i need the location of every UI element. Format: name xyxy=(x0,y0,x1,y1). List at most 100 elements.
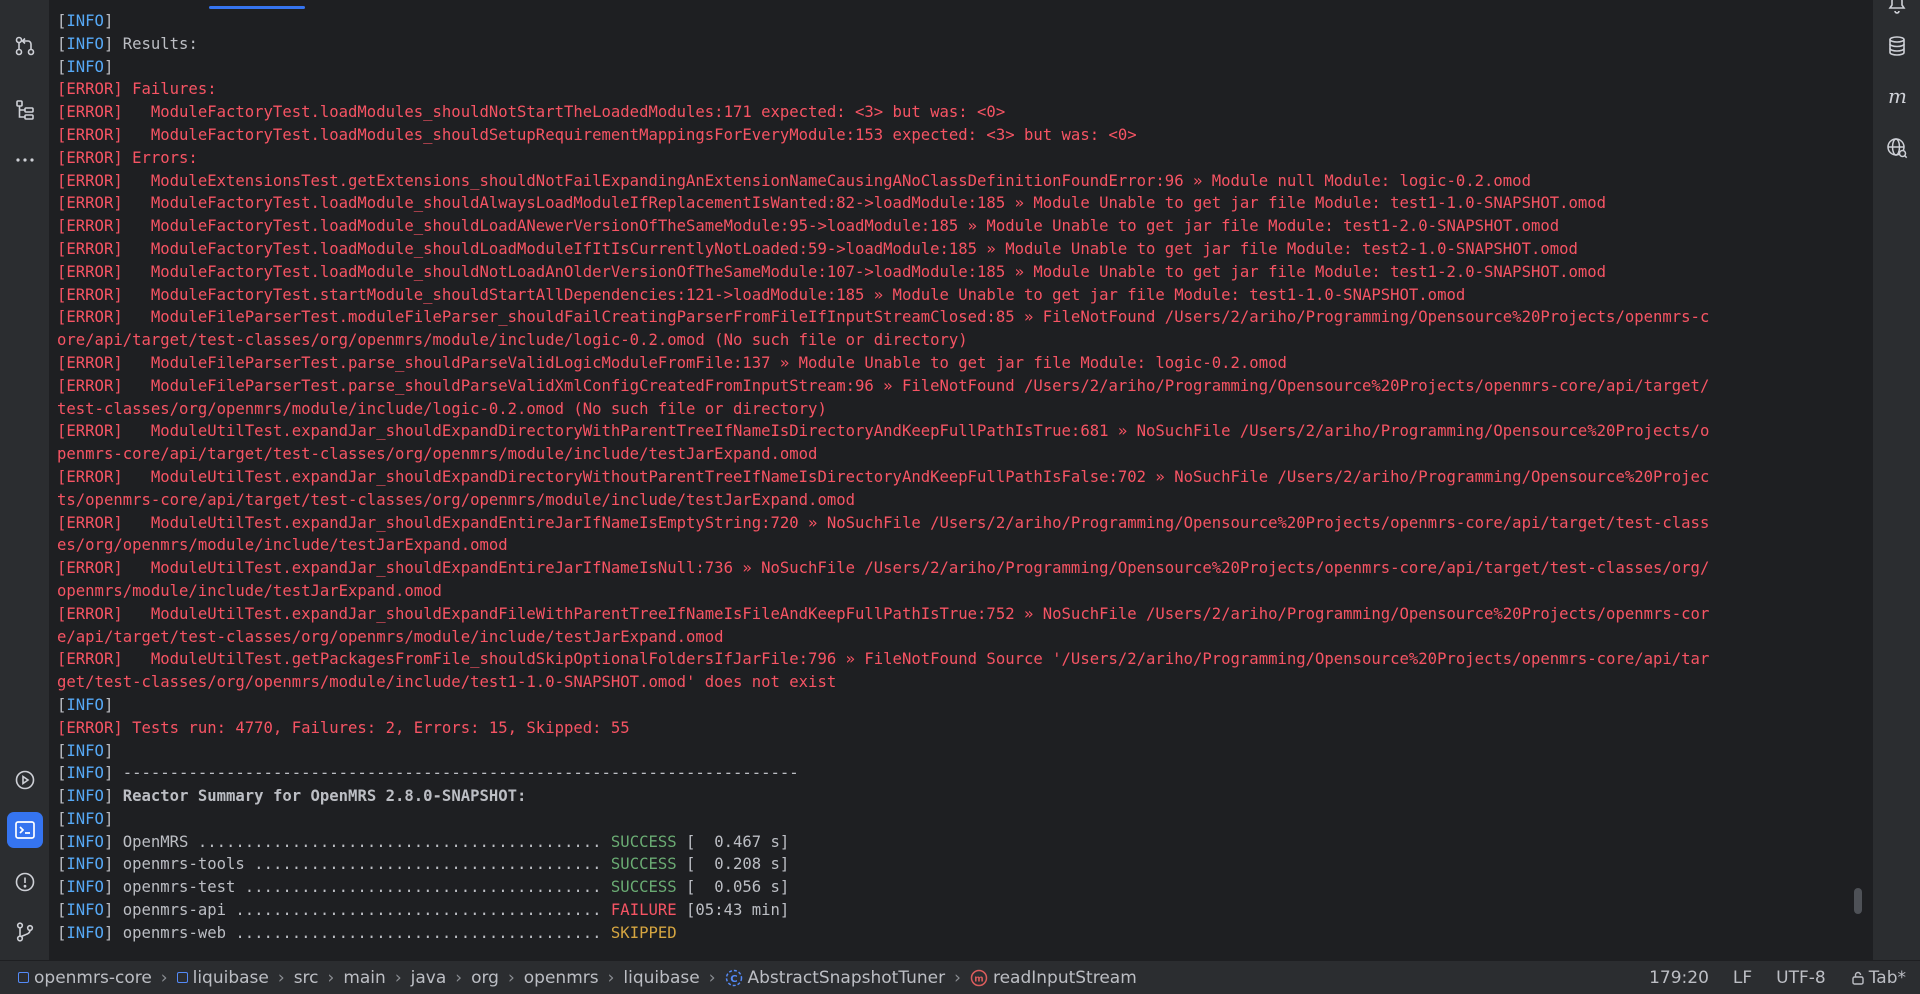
console-text: [ xyxy=(57,764,67,783)
line-separator[interactable]: LF xyxy=(1733,968,1752,988)
console-output: [INFO] [INFO] Results: [INFO] [ERROR] Failu… xyxy=(57,10,1850,945)
indent-lock-icon xyxy=(1852,971,1864,985)
console-text: SUCCESS xyxy=(610,855,677,874)
console-line: [INFO] openmrs-test ....................… xyxy=(57,876,1850,899)
console-text: [ERROR] Tests run: 4770, Failures: 2, Er… xyxy=(57,718,630,737)
console-line: [INFO] openmrs-tools ...................… xyxy=(57,853,1850,876)
console-text: ] xyxy=(103,741,114,760)
console-text: [ERROR] Failures: xyxy=(57,80,217,99)
git-commit-button[interactable] xyxy=(7,28,43,64)
console-line: [INFO] xyxy=(57,740,1850,763)
console-text: INFO xyxy=(66,787,104,806)
git-branch-button[interactable] xyxy=(7,914,43,950)
console-text: [ xyxy=(57,741,67,760)
console-line: [ERROR] ModuleFileParserTest.moduleFileP… xyxy=(57,306,1850,329)
caret-position[interactable]: 179:20 xyxy=(1649,968,1709,988)
problems-icon xyxy=(15,872,35,892)
console-scrollbar[interactable] xyxy=(1854,888,1862,914)
console-line: [INFO] ---------------------------------… xyxy=(57,762,1850,785)
notifications-button[interactable] xyxy=(1879,0,1915,22)
terminal-icon xyxy=(15,821,35,839)
console-text: ] openmrs-tools ........................… xyxy=(103,855,611,874)
console-text: INFO xyxy=(66,764,104,783)
breadcrumb-class[interactable]: C AbstractSnapshotTuner xyxy=(725,968,945,988)
console-text: ] xyxy=(103,12,114,30)
console-text: INFO xyxy=(66,57,104,76)
breadcrumb-package[interactable]: liquibase xyxy=(623,968,699,988)
console-line: test-classes/org/openmrs/module/include/… xyxy=(57,398,1850,421)
console-line: e/api/target/test-classes/org/openmrs/mo… xyxy=(57,626,1850,649)
structure-button[interactable] xyxy=(7,92,43,128)
console-text: [ERROR] ModuleFactoryTest.loadModules_sh… xyxy=(57,103,1006,122)
console-line: [ERROR] ModuleFactoryTest.loadModule_sho… xyxy=(57,215,1850,238)
console-text: [ERROR] ModuleFactoryTest.loadModule_sho… xyxy=(57,262,1607,281)
console-text: ] --------------------------------------… xyxy=(103,764,799,783)
breadcrumb-method[interactable]: m readInputStream xyxy=(970,968,1137,988)
console-text: ts/openmrs-core/api/target/test-classes/… xyxy=(57,490,855,509)
console-line: [INFO] openmrs-web .....................… xyxy=(57,922,1850,945)
console-line: ts/openmrs-core/api/target/test-classes/… xyxy=(57,489,1850,512)
terminal-button[interactable] xyxy=(7,812,43,848)
console-text: [ 0.467 s] xyxy=(676,832,790,851)
console-text: [ERROR] ModuleUtilTest.expandJar_shouldE… xyxy=(57,467,1710,486)
console-line: [ERROR] ModuleFileParserTest.parse_shoul… xyxy=(57,375,1850,398)
console-text: SKIPPED xyxy=(610,923,677,942)
console-text: ] xyxy=(103,787,123,806)
console-line: [INFO] Reactor Summary for OpenMRS 2.8.0… xyxy=(57,785,1850,808)
console-line: [ERROR] Failures: xyxy=(57,78,1850,101)
console-line: [ERROR] ModuleFactoryTest.loadModule_sho… xyxy=(57,192,1850,215)
breadcrumb-module[interactable]: openmrs-core xyxy=(18,968,152,988)
console-line: [INFO] OpenMRS .........................… xyxy=(57,831,1850,854)
breadcrumb-package[interactable]: openmrs xyxy=(524,968,599,988)
console-text: FAILURE xyxy=(610,901,677,920)
console-text: [ xyxy=(57,57,67,76)
breadcrumb-separator: › xyxy=(507,967,515,988)
console-line: [ERROR] ModuleExtensionsTest.getExtensio… xyxy=(57,170,1850,193)
console-line: [ERROR] ModuleFactoryTest.loadModules_sh… xyxy=(57,101,1850,124)
notifications-icon xyxy=(1888,0,1906,14)
breadcrumb-separator: › xyxy=(455,967,463,988)
console-line: [INFO] openmrs-api .....................… xyxy=(57,899,1850,922)
console-line: [ERROR] Errors: xyxy=(57,147,1850,170)
breadcrumb-separator: › xyxy=(607,967,615,988)
method-icon: m xyxy=(970,969,988,986)
breadcrumb-submodule[interactable]: liquibase xyxy=(176,968,269,988)
console-text: [ xyxy=(57,923,67,942)
console-text: [ xyxy=(57,12,67,30)
console-text: [05:43 min] xyxy=(676,901,790,920)
console-text: ] openmrs-test .........................… xyxy=(103,878,611,897)
more-tools-button[interactable] xyxy=(7,142,43,178)
breadcrumb-separator: › xyxy=(954,967,961,988)
console-line: [ERROR] ModuleFactoryTest.loadModule_sho… xyxy=(57,238,1850,261)
console-text: ] xyxy=(103,695,114,714)
ide-window: [INFO] [INFO] Results: [INFO] [ERROR] Failu… xyxy=(0,0,1920,994)
console-text: [ xyxy=(57,832,67,851)
run-console[interactable]: [INFO] [INFO] Results: [INFO] [ERROR] Failu… xyxy=(51,0,1870,960)
console-text: Reactor Summary for OpenMRS 2.8.0-SNAPSH… xyxy=(122,787,527,806)
problems-button[interactable] xyxy=(7,864,43,900)
active-tab-indicator xyxy=(209,6,305,9)
console-text: [ERROR] ModuleFactoryTest.loadModules_sh… xyxy=(57,125,1137,144)
indent-setting[interactable]: Tab* xyxy=(1850,968,1906,988)
console-line: [ERROR] ModuleUtilTest.expandJar_shouldE… xyxy=(57,512,1850,535)
console-line: ore/api/target/test-classes/org/openmrs/… xyxy=(57,329,1850,352)
console-text: [ERROR] ModuleExtensionsTest.getExtensio… xyxy=(57,171,1531,190)
structure-icon xyxy=(16,100,34,120)
database-button[interactable] xyxy=(1879,28,1915,64)
maven-icon: m xyxy=(1888,84,1907,108)
services-button[interactable] xyxy=(7,762,43,798)
breadcrumb-folder[interactable]: src xyxy=(294,968,319,988)
console-text: [ERROR] ModuleUtilTest.getPackagesFromFi… xyxy=(57,650,1710,669)
breadcrumb-folder[interactable]: main xyxy=(343,968,385,988)
console-text: get/test-classes/org/openmrs/module/incl… xyxy=(57,673,837,692)
endpoints-button[interactable] xyxy=(1879,130,1915,166)
maven-button[interactable]: m xyxy=(1879,78,1915,114)
breadcrumb-separator: › xyxy=(708,967,716,988)
breadcrumb-folder[interactable]: java xyxy=(411,968,447,988)
console-text: [ 0.056 s] xyxy=(676,878,790,897)
breadcrumb-package[interactable]: org xyxy=(471,968,499,988)
console-text: [ERROR] ModuleFactoryTest.loadModule_sho… xyxy=(57,217,1560,236)
console-text: es/org/openmrs/module/include/testJarExp… xyxy=(57,536,508,555)
left-tool-strip xyxy=(0,0,50,960)
file-encoding[interactable]: UTF-8 xyxy=(1776,968,1826,988)
